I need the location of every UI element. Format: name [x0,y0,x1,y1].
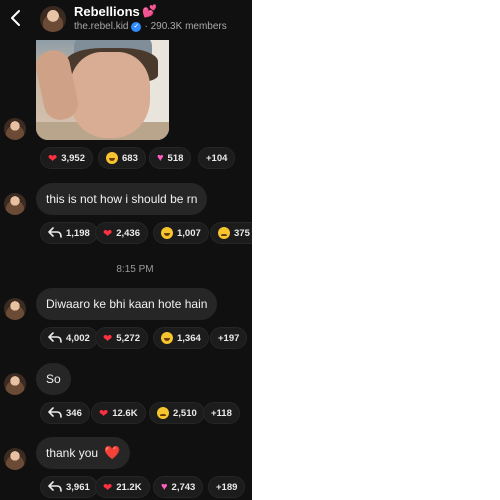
red-heart-icon: ❤ [99,407,109,420]
sender-avatar[interactable] [4,448,26,470]
verified-badge-icon: ✓ [131,21,142,32]
red-heart-icon: ❤️ [104,445,121,460]
reply-icon [48,332,62,343]
back-arrow-icon[interactable] [8,8,24,28]
two-hearts-icon: 💕 [142,4,157,18]
channel-avatar[interactable] [40,6,66,32]
red-heart-icon: ❤ [48,152,58,165]
message-text: this is not how i should be rn [46,192,198,206]
sender-avatar[interactable] [4,118,26,140]
red-heart-icon: ❤ [103,227,113,240]
chat-header: Rebellions 💕 the.rebel.kid ✓ · 290.3K me… [0,0,252,38]
reply-count-chip[interactable]: 1,198 [40,222,98,244]
sender-avatar[interactable] [4,298,26,320]
red-heart-icon: ❤ [103,332,113,345]
message-text: Diwaaro ke bhi kaan hote hain [46,297,208,311]
reply-icon [48,227,62,238]
reply-count-chip[interactable]: 3,961 [40,476,98,498]
reaction-chip[interactable]: ❤ 3,952 [40,147,93,169]
more-reactions-chip[interactable]: +118 [203,402,240,424]
reaction-chip[interactable]: ❤ 12.6K [91,402,146,424]
channel-title[interactable]: Rebellions [74,4,140,19]
member-count: · 290.3K members [144,21,227,32]
sad-emoji-icon [218,227,230,239]
message-bubble[interactable]: Diwaaro ke bhi kaan hote hain [36,288,218,320]
message-text: So [46,372,61,386]
pink-heart-icon: ♥ [157,152,164,164]
reply-icon [48,481,62,492]
shared-photo[interactable] [36,40,169,140]
reaction-chip[interactable]: 2,510 [149,402,205,424]
laughing-emoji-icon [161,227,173,239]
reaction-chip[interactable]: ❤ 5,272 [95,327,148,349]
sender-avatar[interactable] [4,373,26,395]
pink-heart-icon: ♥ [161,481,168,493]
channel-subtitle: the.rebel.kid ✓ · 290.3K members [74,21,227,32]
sad-emoji-icon [157,407,169,419]
more-reactions-chip[interactable]: +197 [210,327,248,349]
laughing-emoji-icon [161,332,173,344]
reply-icon [48,407,62,418]
reaction-chip[interactable]: ❤ 2,436 [95,222,148,244]
sender-avatar[interactable] [4,193,26,215]
message-bubble[interactable]: this is not how i should be rn [36,183,208,215]
reply-count-chip[interactable]: 4,002 [40,327,98,349]
reaction-chip[interactable]: ❤ 21.2K [95,476,150,498]
reaction-chip[interactable]: 683 [98,147,146,169]
reply-count-chip[interactable]: 346 [40,402,90,424]
reaction-chip[interactable]: 375 [210,222,252,244]
channel-username: the.rebel.kid [74,21,129,32]
reaction-chip[interactable]: 1,007 [153,222,209,244]
timestamp-divider: 8:15 PM [116,264,154,275]
more-reactions-chip[interactable]: +189 [208,476,246,498]
chat-screen: Rebellions 💕 the.rebel.kid ✓ · 290.3K me… [0,0,252,500]
reaction-chip[interactable]: ♥ 2,743 [153,476,204,498]
message-bubble[interactable]: thank you ❤️ [36,437,131,469]
reaction-chip[interactable]: ♥ 518 [149,147,192,169]
message-bubble[interactable]: So [36,363,71,395]
reaction-chip[interactable]: 1,364 [153,327,209,349]
more-reactions-chip[interactable]: +104 [198,147,236,169]
message-text: thank you [46,446,99,460]
laughing-emoji-icon [106,152,118,164]
red-heart-icon: ❤ [103,481,113,494]
